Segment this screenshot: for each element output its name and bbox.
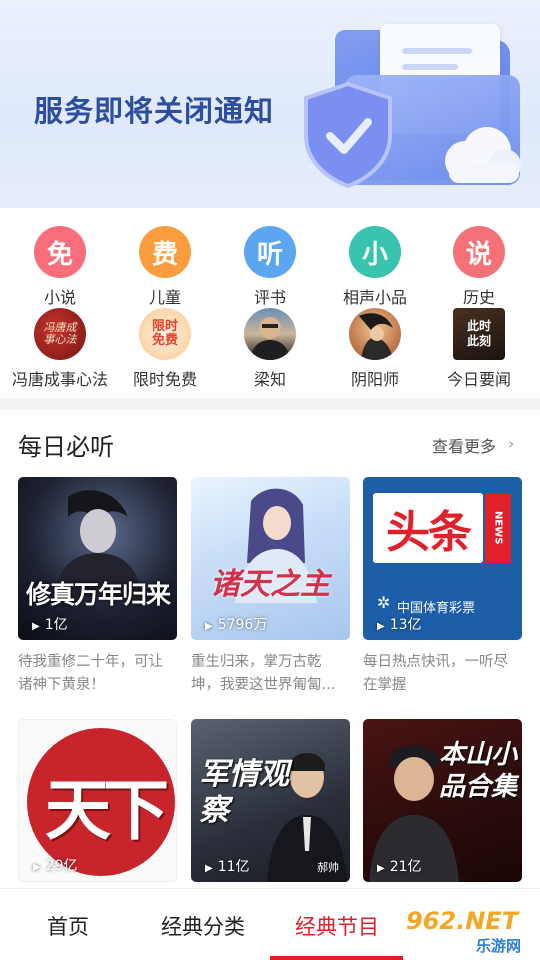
play-count: ▶ 21亿 — [377, 859, 422, 875]
channel-free[interactable]: 限时免费 限时免费 — [111, 308, 219, 390]
channel-avatar: 冯唐成事心法 — [34, 308, 86, 360]
program-description: 每日热点快讯，一听尽在掌握 — [363, 654, 508, 693]
program-card[interactable]: 本山小品合集 ▶ 21亿 — [363, 719, 522, 882]
play-icon: ▶ — [33, 862, 41, 873]
cover-title: 军情观察 — [199, 757, 289, 828]
channel-news[interactable]: 此时此刻 今日要闻 — [425, 308, 533, 390]
character-art-icon — [359, 313, 393, 360]
channel-label: 限时免费 — [132, 370, 197, 389]
channel-avatar — [244, 308, 296, 360]
section-title: 每日必听 — [18, 433, 114, 461]
person-photo-icon — [250, 317, 290, 360]
play-icon: ▶ — [377, 621, 385, 632]
cloud-icon — [445, 127, 521, 183]
program-cover: 天下 ▶ 29亿 — [18, 719, 177, 882]
category-label: 评书 — [253, 288, 286, 307]
lottery-logo-icon: ✲ — [377, 593, 391, 612]
site-watermark: 962.NET 乐游网 — [400, 903, 535, 955]
category-children[interactable]: 费 儿童 — [111, 226, 219, 308]
channel-yinyangshi[interactable]: 阴阳师 — [321, 308, 429, 390]
play-count: ▶ 5796万 — [205, 617, 268, 633]
program-cover: 诸天之主 ▶ 5796万 — [191, 477, 350, 640]
tab-classic-programs[interactable]: 经典节目 — [295, 911, 379, 941]
notice-banner[interactable]: 服务即将关闭通知 — [0, 0, 540, 208]
cover-title: 天下 — [45, 771, 169, 849]
avatar-art-text: 冯唐成事心法 — [43, 321, 77, 346]
category-icon: 小 — [349, 226, 401, 278]
program-description: 重生归来，掌万古乾坤，我要这世界匍匐... — [191, 654, 336, 693]
play-icon: ▶ — [205, 863, 213, 874]
avatar-art-text: 此时此刻 — [466, 319, 491, 348]
category-label: 小说 — [43, 288, 76, 307]
shield-check-icon — [304, 81, 392, 189]
channel-fengtang[interactable]: 冯唐成事心法 冯唐成事心法 — [6, 308, 114, 390]
category-label: 历史 — [462, 288, 495, 307]
channel-avatar — [349, 308, 401, 360]
category-storytelling[interactable]: 听 评书 — [216, 226, 324, 308]
program-card[interactable]: 修真万年归来 ▶ 1亿 待我重修二十年，可让诸神下黄泉！ — [18, 477, 177, 697]
play-count: ▶ 1亿 — [32, 617, 68, 633]
channel-label: 冯唐成事心法 — [11, 370, 108, 389]
program-card[interactable]: 天下 ▶ 29亿 — [18, 719, 177, 882]
channel-label: 梁知 — [253, 370, 286, 389]
chevron-right-icon[interactable]: › — [508, 434, 514, 453]
category-label: 相声小品 — [342, 288, 407, 307]
play-count: ▶ 11亿 — [205, 859, 250, 875]
news-tag: NEWS — [485, 493, 511, 563]
tab-home[interactable]: 首页 — [47, 911, 89, 941]
category-label: 儿童 — [148, 288, 181, 307]
channel-label: 今日要闻 — [446, 370, 511, 389]
cover-title: 头条 — [386, 507, 472, 558]
category-crosstalk[interactable]: 小 相声小品 — [321, 226, 429, 308]
program-cover: 头条 NEWS 中国体育彩票 ✲ ▶ 13亿 — [363, 477, 522, 640]
category-icon: 费 — [139, 226, 191, 278]
program-cover: 本山小品合集 ▶ 21亿 — [363, 719, 522, 882]
cover-title: 本山小品合集 — [438, 740, 517, 802]
category-grid: 免 小说 费 儿童 听 评书 小 相声小品 说 历史 冯唐成事心法 冯唐成事心法… — [0, 208, 540, 398]
cover-title: 修真万年归来 — [25, 580, 171, 609]
play-icon: ▶ — [32, 621, 40, 632]
program-cover: 军情观察 郝帅 ▶ 11亿 — [191, 719, 350, 882]
program-cover: 修真万年归来 ▶ 1亿 — [18, 477, 177, 640]
category-icon: 免 — [34, 226, 86, 278]
program-card[interactable]: 头条 NEWS 中国体育彩票 ✲ ▶ 13亿 每日热点快讯，一听尽在掌握 — [363, 477, 522, 697]
program-card[interactable]: 军情观察 郝帅 ▶ 11亿 — [191, 719, 350, 882]
cover-subtitle: 郝帅 — [317, 861, 339, 874]
category-icon: 听 — [244, 226, 296, 278]
play-count: ▶ 29亿 — [33, 858, 78, 874]
channel-avatar: 限时免费 — [139, 308, 191, 360]
program-description: 待我重修二十年，可让诸神下黄泉！ — [18, 654, 163, 693]
channel-label: 阴阳师 — [350, 370, 399, 389]
cover-title: 诸天之主 — [210, 567, 330, 602]
category-icon: 说 — [453, 226, 505, 278]
play-icon: ▶ — [377, 863, 385, 874]
program-card[interactable]: 诸天之主 ▶ 5796万 重生归来，掌万古乾坤，我要这世界匍匐... — [191, 477, 350, 697]
channel-liangzhi[interactable]: 梁知 — [216, 308, 324, 390]
play-count: ▶ 13亿 — [377, 617, 422, 633]
daily-section: 每日必听 查看更多 › 修真万年归来 ▶ 1亿 待我重修二十年，可让诸神下黄泉！ … — [0, 410, 540, 890]
watermark-logo: 962.NET — [406, 907, 519, 935]
category-novel[interactable]: 免 小说 — [6, 226, 114, 308]
see-more-link[interactable]: 查看更多 — [432, 433, 496, 457]
avatar-art-text: 限时免费 — [151, 319, 178, 348]
watermark-sub: 乐游网 — [476, 937, 522, 955]
category-history[interactable]: 说 历史 — [425, 226, 533, 308]
banner-title: 服务即将关闭通知 — [34, 94, 275, 128]
channel-avatar: 此时此刻 — [453, 308, 505, 360]
active-tab-indicator — [270, 956, 403, 960]
play-icon: ▶ — [205, 621, 213, 632]
tab-categories[interactable]: 经典分类 — [161, 911, 245, 941]
